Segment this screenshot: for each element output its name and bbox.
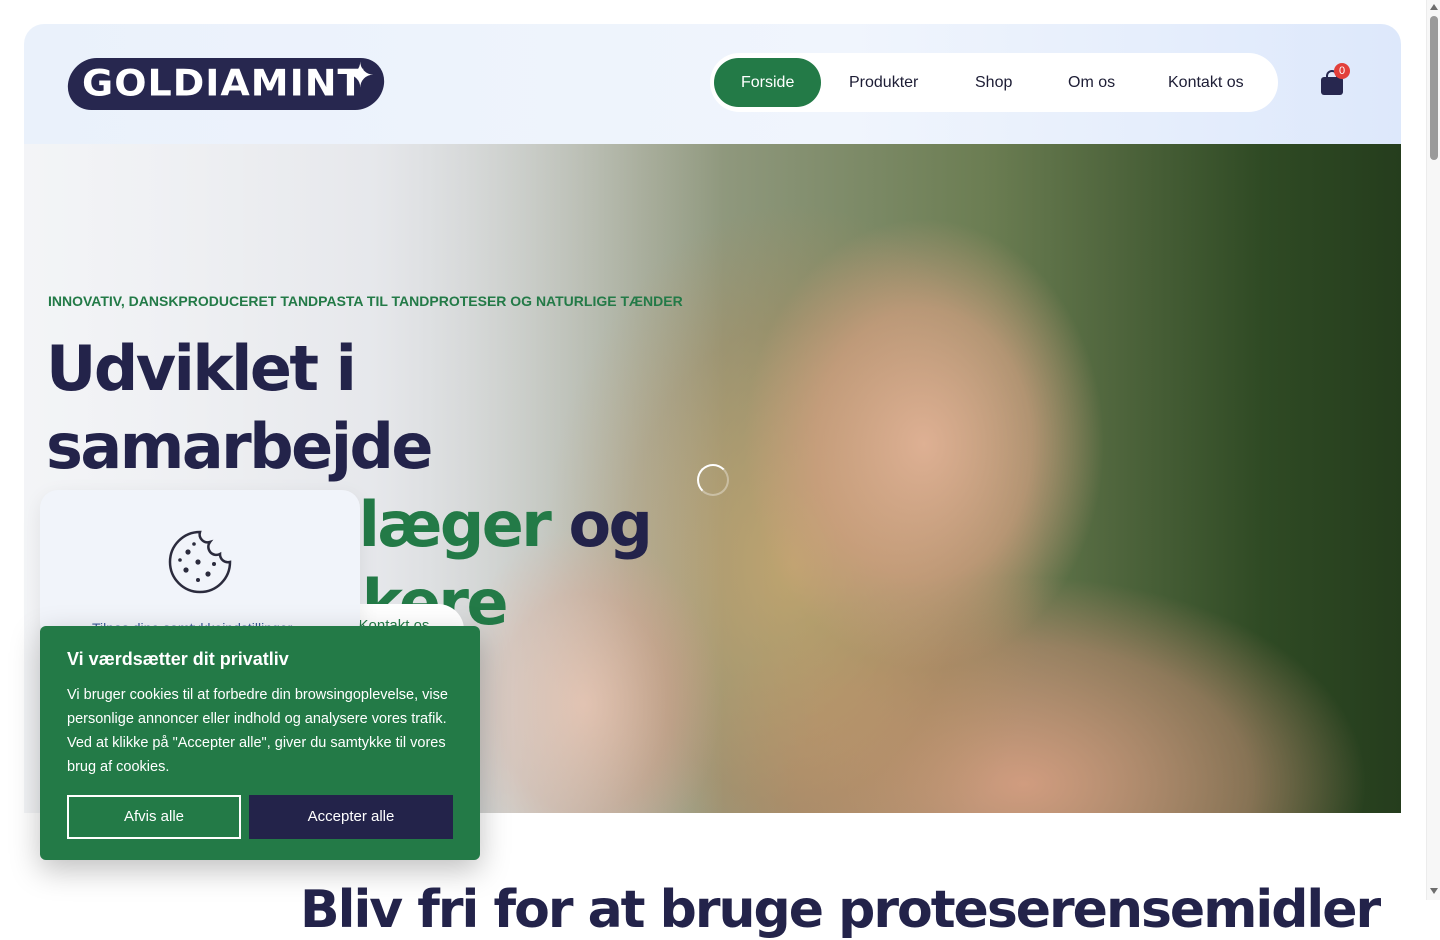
nav-item-kontakt-os[interactable]: Kontakt os bbox=[1141, 58, 1271, 107]
hero-title-line2-end: og bbox=[549, 488, 652, 561]
nav-item-produkter[interactable]: Produkter bbox=[822, 58, 945, 107]
consent-title: Vi værdsætter dit privatliv bbox=[67, 649, 289, 669]
main-nav: Forside Produkter Shop Om os Kontakt os bbox=[710, 53, 1278, 112]
reject-all-button[interactable]: Afvis alle bbox=[67, 795, 241, 839]
cart-body bbox=[1321, 77, 1343, 95]
page: GOLDIAMINT ✦ Forside Produkter Shop Om o… bbox=[0, 0, 1440, 940]
logo-text: GOLDIAMINT bbox=[82, 62, 365, 104]
consent-text: Vi bruger cookies til at forbedre din br… bbox=[67, 687, 448, 775]
sparkle-icon: ✦ bbox=[346, 57, 375, 95]
nav-item-om-os[interactable]: Om os bbox=[1041, 58, 1142, 107]
nav-item-shop[interactable]: Shop bbox=[948, 58, 1039, 107]
scroll-up-arrow-icon[interactable] bbox=[1430, 4, 1438, 10]
accept-all-button[interactable]: Accepter alle bbox=[249, 795, 453, 839]
site-header: GOLDIAMINT ✦ Forside Produkter Shop Om o… bbox=[24, 24, 1401, 144]
section-heading: Bliv fri for at bruge proteserensemidler bbox=[300, 880, 1381, 940]
hero-title-line1: Udviklet i samarbejde bbox=[46, 332, 433, 483]
scrollbar-thumb[interactable] bbox=[1430, 16, 1438, 160]
cookie-consent-banner: Vi værdsætter dit privatliv Vi bruger co… bbox=[40, 626, 480, 860]
hero-eyebrow: INNOVATIV, DANSKPRODUCERET TANDPASTA TIL… bbox=[48, 293, 683, 309]
scroll-down-arrow-icon[interactable] bbox=[1430, 888, 1438, 894]
cart-count-badge: 0 bbox=[1334, 63, 1350, 79]
nav-item-forside[interactable]: Forside bbox=[714, 58, 822, 107]
vertical-scrollbar[interactable] bbox=[1426, 0, 1440, 900]
logo[interactable]: GOLDIAMINT ✦ bbox=[65, 52, 387, 116]
cookie-preferences-card[interactable]: Tilpas dine samtykkeindstillinger bbox=[40, 490, 360, 640]
cookie-icon bbox=[168, 530, 232, 594]
loading-spinner-icon bbox=[697, 464, 729, 496]
